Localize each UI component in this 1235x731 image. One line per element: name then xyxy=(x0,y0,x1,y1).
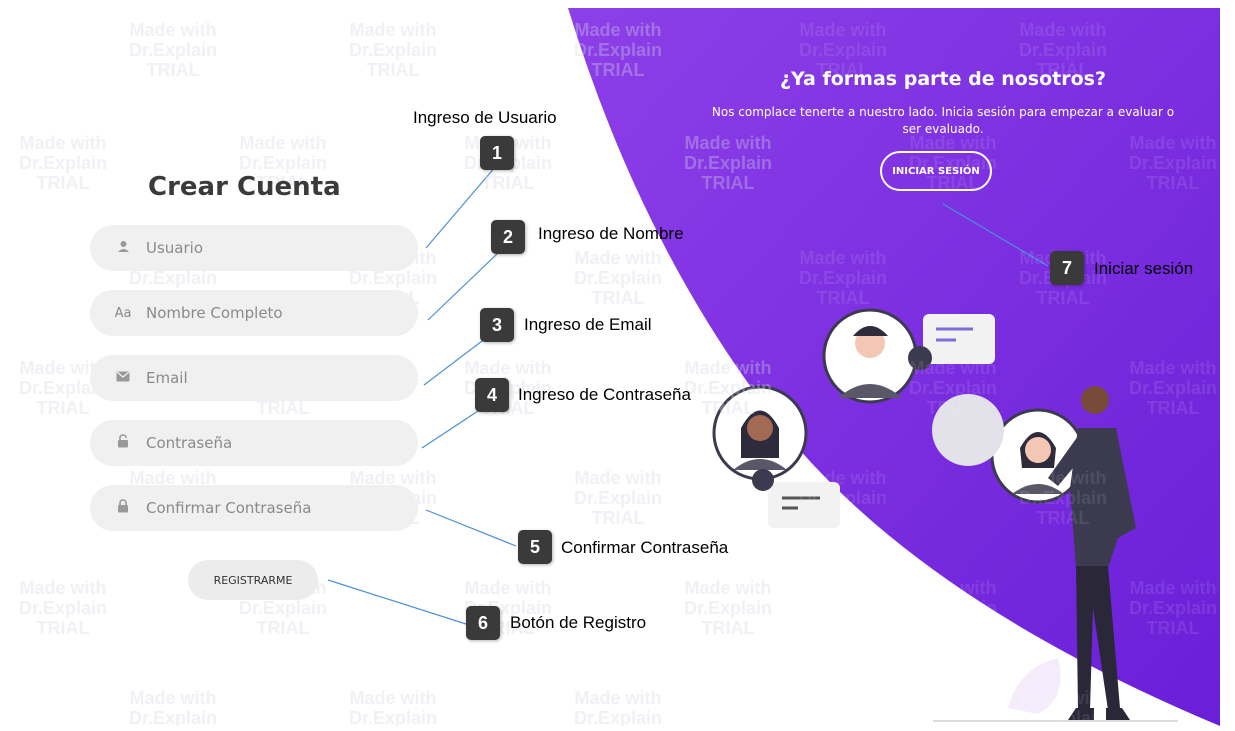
confirm-password-placeholder: Confirmar Contraseña xyxy=(146,499,312,517)
annotation-label-5: Confirmar Contraseña xyxy=(561,538,729,557)
annotation-badge-4: 4 xyxy=(475,378,509,412)
annotation-badge-5: 5 xyxy=(518,530,552,564)
annotation-badge-2: 2 xyxy=(491,220,525,254)
annotation-badge-1: 1 xyxy=(480,136,514,170)
promo-title: ¿Ya formas parte de nosotros? xyxy=(780,68,1106,90)
register-button[interactable]: REGISTRARME xyxy=(188,560,318,600)
page-title: Crear Cuenta xyxy=(148,172,341,202)
email-field[interactable]: Email xyxy=(90,355,418,401)
annotation-label-4: Ingreso de Contraseña xyxy=(518,385,691,404)
confirm-password-field[interactable]: Confirmar Contraseña xyxy=(90,485,418,531)
annotation-label-1: Ingreso de Usuario xyxy=(413,108,557,127)
annotation-label-3: Ingreso de Email xyxy=(524,315,652,334)
envelope-icon xyxy=(112,371,134,386)
app-frame: Made with Dr.Explain TRIAL Made with Dr.Expl… xyxy=(8,8,1220,726)
fullname-placeholder: Nombre Completo xyxy=(146,304,283,322)
annotation-label-2: Ingreso de Nombre xyxy=(538,224,684,243)
lock-icon xyxy=(112,434,134,452)
login-button[interactable]: INICIAR SESIÓN xyxy=(880,151,992,191)
password-field[interactable]: Contraseña xyxy=(90,420,418,466)
annotation-badge-3: 3 xyxy=(480,308,514,342)
user-icon xyxy=(112,240,134,257)
fullname-field[interactable]: Aa Nombre Completo xyxy=(90,290,418,336)
email-placeholder: Email xyxy=(146,369,188,387)
annotation-label-6: Botón de Registro xyxy=(510,613,647,632)
promo-body: Nos complace tenerte a nuestro lado. Ini… xyxy=(711,105,1175,136)
annotation-badge-6: 6 xyxy=(466,606,500,640)
password-placeholder: Contraseña xyxy=(146,434,233,452)
annotation-badge-7: 7 xyxy=(1050,251,1084,285)
lock-icon xyxy=(112,499,134,517)
annotation-label-7: Iniciar sesión xyxy=(1094,259,1194,278)
username-placeholder: Usuario xyxy=(146,239,204,257)
username-field[interactable]: Usuario xyxy=(90,225,418,271)
text-icon: Aa xyxy=(114,305,132,321)
